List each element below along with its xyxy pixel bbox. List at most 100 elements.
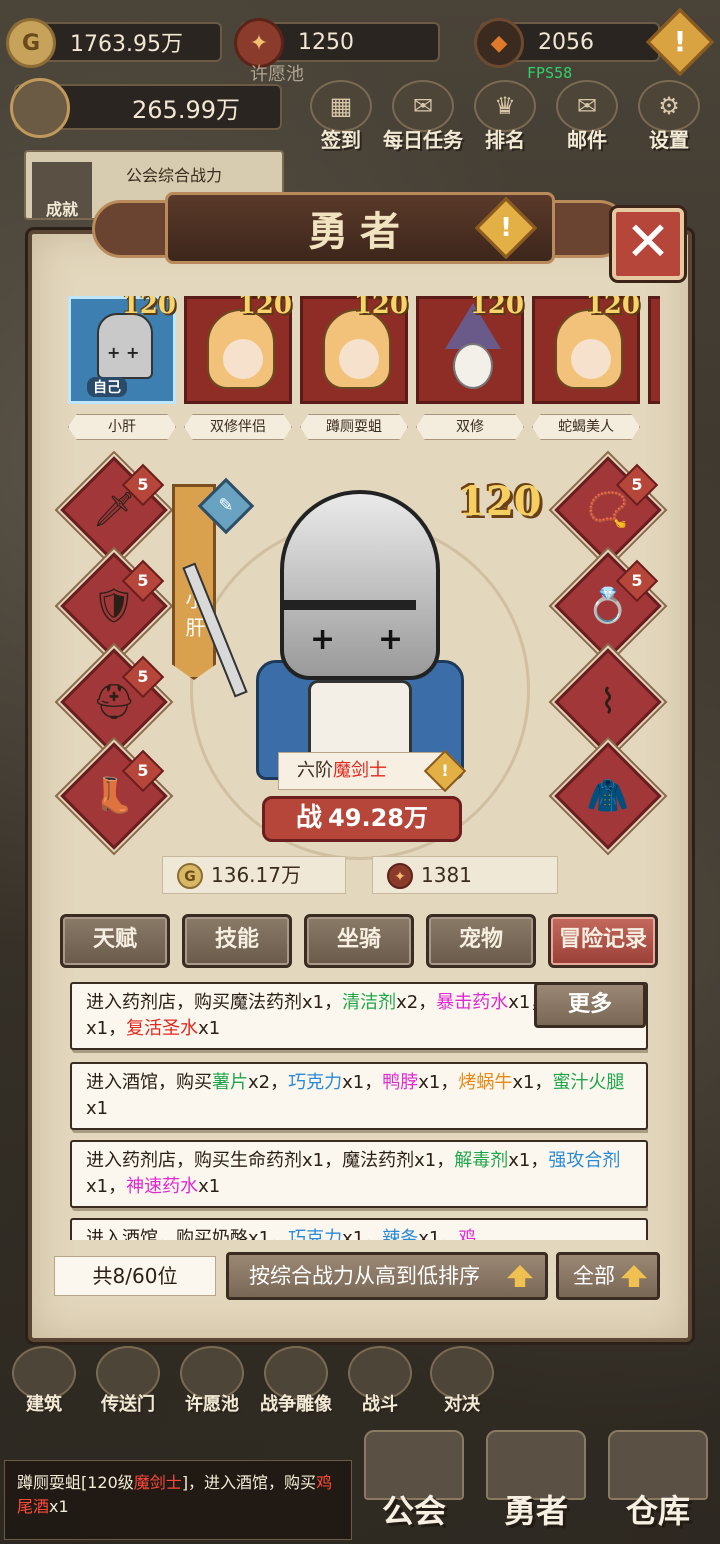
arrow-up-icon [621, 1265, 647, 1287]
settings-label: 设置 [649, 128, 689, 152]
hero-level-large: 120 [458, 478, 542, 525]
hero-knight-figure: + + [182, 490, 464, 790]
total-power-value: 265.99万 [132, 95, 240, 124]
total-power: 265.99万 [10, 78, 282, 138]
belt-icon: ⌇ [599, 682, 617, 722]
daily-task-button[interactable]: ✉ 每日任务 [382, 80, 464, 160]
nav-building[interactable]: 建筑 [2, 1346, 86, 1416]
hero-name: 小肝 [68, 414, 176, 440]
hero-name: 蹲厕耍蛆 [300, 414, 408, 440]
mail-button[interactable]: ✉ 邮件 [546, 80, 628, 160]
hero-level: 120 [121, 296, 176, 320]
gem-value: 2056 [538, 29, 594, 55]
filter-all-button[interactable]: 全部 [556, 1252, 660, 1300]
hero-level: 120 [353, 296, 408, 320]
gold-coin-icon: G [177, 863, 203, 889]
hero-name: 双修伴侣 [184, 414, 292, 440]
hero-portrait [648, 296, 660, 404]
nav-label: 建筑 [26, 1394, 62, 1415]
more-button[interactable]: 更多 [534, 982, 646, 1028]
arrow-up-icon [507, 1265, 533, 1287]
hero-token-icon: ✦ [387, 863, 413, 889]
self-tag: 自己 [87, 377, 127, 397]
hero-level: 120 [237, 296, 292, 320]
close-button[interactable]: ✕ [612, 208, 684, 280]
blonde-hero-icon [323, 309, 391, 389]
hero-token-stat-value: 1381 [421, 863, 472, 887]
daily-task-label: 每日任务 [383, 128, 463, 152]
sort-label: 按综合战力从高到低排序 [249, 1264, 480, 1288]
wish-pool-label: 许愿池 [250, 64, 304, 85]
hero-card[interactable]: 120 蹲厕耍蛆 [300, 296, 408, 440]
nav-label: 对决 [444, 1394, 480, 1415]
main-nav-warehouse[interactable]: 仓库 [598, 1430, 718, 1540]
settings-button[interactable]: ⚙ 设置 [628, 80, 710, 160]
hero-name: 双修 [416, 414, 524, 440]
top-menu: ▦ 签到 ✉ 每日任务 ♛ 排名 ✉ 邮件 ⚙ 设置 [300, 80, 710, 160]
hero-token-counter[interactable]: ✦ 1250 [234, 18, 440, 68]
log-entry: 进入酒馆，购买薯片x2，巧克力x1，鸭脖x1，烤蜗牛x1，蜜汁火腿x1 [70, 1062, 648, 1130]
nav-portal[interactable]: 传送门 [86, 1346, 170, 1416]
hero-card[interactable]: 120 双修 [416, 296, 524, 440]
main-nav-hero[interactable]: 勇者 [476, 1430, 596, 1540]
armor-icon: 🛡 [92, 586, 136, 626]
power-badge-icon [10, 78, 70, 138]
hero-gold-value: 136.17万 [211, 863, 301, 887]
hero-card[interactable]: 120 蛇蝎美人 [532, 296, 640, 440]
hero-card[interactable]: 自己 120 小肝 [68, 296, 176, 440]
hero-card[interactable]: 120 双修伴侣 [184, 296, 292, 440]
gold-coin-icon: G [6, 18, 56, 68]
checkin-button[interactable]: ▦ 签到 [300, 80, 382, 160]
helmet-icon: ⛑ [92, 682, 136, 722]
hero-power-value: 49.28万 [328, 804, 428, 832]
tab-skills[interactable]: 技能 [182, 914, 292, 968]
nav-label: 战争雕像 [260, 1394, 332, 1415]
hero-gold-stat: G 136.17万 [162, 856, 346, 894]
gold-counter[interactable]: G 1763.95万 [6, 18, 222, 68]
knight-helmet-icon [97, 313, 153, 379]
nav-duel[interactable]: 对决 [420, 1346, 504, 1416]
nav-battle[interactable]: 战斗 [338, 1346, 422, 1416]
sword-icon: 🗡 [92, 490, 136, 530]
blonde-hero-icon [555, 309, 623, 389]
main-nav-guild[interactable]: 公会 [354, 1430, 474, 1540]
achievement-button[interactable]: 成就 [32, 162, 92, 219]
hero-class-tag: 六阶魔剑士 [278, 752, 446, 790]
main-nav-label: 公会 [381, 1492, 446, 1530]
hero-card-partial[interactable] [648, 296, 660, 404]
blonde-hero-icon [207, 309, 275, 389]
hero-token-stat: ✦ 1381 [372, 856, 558, 894]
nav-wish-pool[interactable]: 许愿池 [170, 1346, 254, 1416]
hero-rank: 六阶 [297, 760, 333, 781]
tab-adventure-log[interactable]: 冒险记录 [548, 914, 658, 968]
panel-title: 勇者 [308, 208, 412, 255]
nav-war-statue[interactable]: 战争雕像 [254, 1346, 338, 1416]
gold-value: 1763.95万 [70, 32, 183, 57]
ranking-label: 排名 [485, 128, 525, 152]
tab-mount[interactable]: 坐骑 [304, 914, 414, 968]
hero-level: 120 [469, 296, 524, 320]
hero-power-ribbon: 战 49.28万 [262, 796, 462, 842]
ring-icon: 💍 [586, 586, 630, 626]
boots-icon: 👢 [92, 776, 136, 816]
chat-ticker[interactable]: 蹲厕耍蛆[120级魔剑士]，进入酒馆，购买鸡尾酒x1 [4, 1460, 352, 1540]
log-entry: 进入酒馆，购买奶酪x1，巧克力x1，辣条x1，鸡 [70, 1218, 648, 1240]
ranking-button[interactable]: ♛ 排名 [464, 80, 546, 160]
hero-roster[interactable]: 自己 120 小肝 120 双修伴侣 120 蹲厕耍蛆 120 双修 120 蛇… [68, 296, 660, 444]
nav-label: 传送门 [101, 1394, 155, 1415]
nav-label: 许愿池 [185, 1394, 239, 1415]
hero-tabs: 天赋 技能 坐骑 宠物 冒险记录 [60, 914, 660, 970]
main-nav-label: 勇者 [503, 1492, 568, 1530]
hero-class: 魔剑士 [333, 760, 387, 781]
tab-pet[interactable]: 宠物 [426, 914, 536, 968]
sort-button[interactable]: 按综合战力从高到低排序 [226, 1252, 548, 1300]
tab-talent[interactable]: 天赋 [60, 914, 170, 968]
gem-counter[interactable]: ◆ 2056 [474, 18, 660, 68]
checkin-label: 签到 [321, 128, 361, 152]
filter-label: 全部 [573, 1264, 615, 1288]
main-nav-label: 仓库 [625, 1492, 690, 1530]
hero-level: 120 [585, 296, 640, 320]
hero-count: 共8/60位 [54, 1256, 216, 1296]
building-nav: 建筑 传送门 许愿池 战争雕像 战斗 对决 [0, 1346, 720, 1426]
guild-power-label: 公会综合战力 [126, 166, 223, 185]
